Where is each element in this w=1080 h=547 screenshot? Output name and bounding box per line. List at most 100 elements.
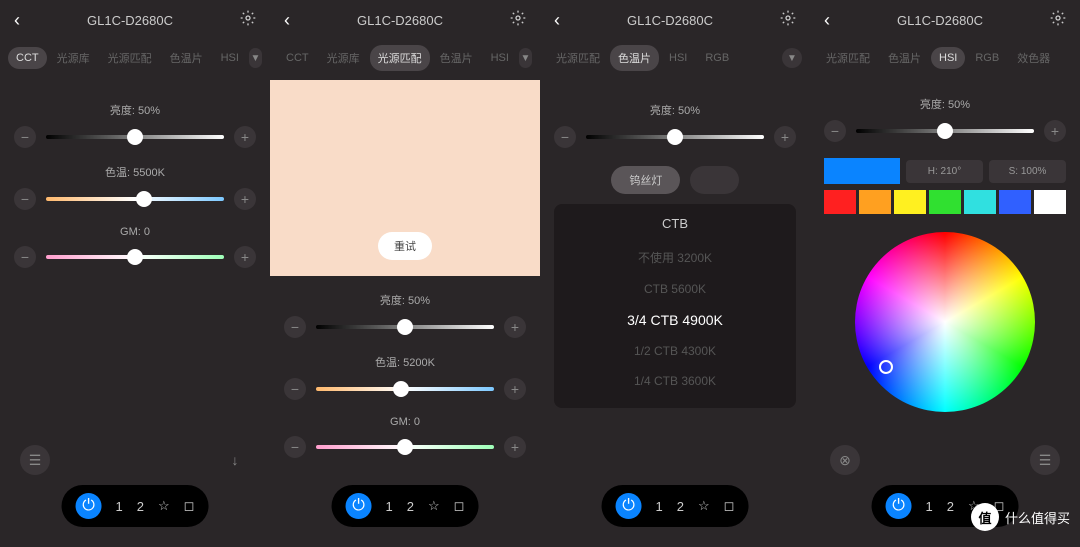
preset-1[interactable]: 1	[116, 499, 123, 514]
tab-cct[interactable]: CCT	[278, 47, 317, 69]
minus-button[interactable]: −	[14, 246, 36, 268]
gear-icon[interactable]	[1050, 10, 1066, 31]
plus-button[interactable]: +	[234, 188, 256, 210]
tungsten-pill[interactable]: 钨丝灯	[611, 166, 680, 194]
gear-icon[interactable]	[780, 10, 796, 31]
minus-button[interactable]: −	[284, 378, 306, 400]
tab-hsi[interactable]: HSI	[213, 47, 247, 69]
swatch-green[interactable]	[929, 190, 961, 214]
tab-dropdown-icon[interactable]: ▼	[519, 48, 532, 68]
retry-button[interactable]: 重试	[378, 232, 432, 260]
gear-icon[interactable]	[240, 10, 256, 31]
tab-fx[interactable]: 效色器	[1009, 45, 1058, 71]
brightness-slider[interactable]	[316, 325, 494, 329]
tab-rgb[interactable]: RGB	[967, 47, 1007, 69]
power-button[interactable]: ⏻	[886, 493, 912, 519]
plus-button[interactable]: +	[234, 246, 256, 268]
tab-rgb[interactable]: RGB	[697, 47, 737, 69]
gear-icon[interactable]	[510, 10, 526, 31]
tab-gel[interactable]: 色温片	[880, 45, 929, 71]
swatch-yellow[interactable]	[894, 190, 926, 214]
sliders-icon[interactable]: ☰	[1030, 445, 1060, 475]
tab-source-match[interactable]: 光源匹配	[370, 45, 430, 71]
swatch-cyan[interactable]	[964, 190, 996, 214]
wheel-marker[interactable]	[879, 360, 893, 374]
picker-item-selected[interactable]: 3/4 CTB 4900K	[554, 304, 796, 336]
slider-thumb[interactable]	[393, 381, 409, 397]
ctb-picker[interactable]: CTB 不使用 3200K CTB 5600K 3/4 CTB 4900K 1/…	[554, 204, 796, 408]
slider-thumb[interactable]	[397, 439, 413, 455]
plus-button[interactable]: +	[504, 316, 526, 338]
minus-button[interactable]: −	[284, 436, 306, 458]
minus-button[interactable]: −	[14, 188, 36, 210]
tab-cct[interactable]: CCT	[8, 47, 47, 69]
picker-item[interactable]: CTB 5600K	[554, 274, 796, 304]
star-icon[interactable]: ☆	[698, 498, 710, 514]
slider-thumb[interactable]	[397, 319, 413, 335]
picker-item[interactable]: 不使用 3200K	[554, 241, 796, 274]
preset-1[interactable]: 1	[656, 499, 663, 514]
preset-2[interactable]: 2	[947, 499, 954, 514]
plus-button[interactable]: +	[1044, 120, 1066, 142]
swatch-white[interactable]	[1034, 190, 1066, 214]
preset-2[interactable]: 2	[407, 499, 414, 514]
gm-slider[interactable]	[316, 445, 494, 449]
tab-source-lib[interactable]: 光源库	[49, 45, 98, 71]
tab-hsi[interactable]: HSI	[483, 47, 517, 69]
swatch-blue[interactable]	[999, 190, 1031, 214]
preset-1[interactable]: 1	[926, 499, 933, 514]
plus-button[interactable]: +	[234, 126, 256, 148]
slider-thumb[interactable]	[127, 249, 143, 265]
hue-value[interactable]: H: 210°	[906, 160, 983, 183]
tab-gel[interactable]: 色温片	[432, 45, 481, 71]
picker-item[interactable]: 1/4 CTB 3600K	[554, 366, 796, 396]
tab-hsi[interactable]: HSI	[661, 47, 695, 69]
power-button[interactable]: ⏻	[346, 493, 372, 519]
tab-dropdown-icon[interactable]: ▼	[249, 48, 262, 68]
temp-slider[interactable]	[46, 197, 224, 201]
slider-thumb[interactable]	[136, 191, 152, 207]
other-pill[interactable]	[690, 166, 738, 194]
tab-gel[interactable]: 色温片	[610, 45, 659, 71]
tab-source-lib[interactable]: 光源库	[319, 45, 368, 71]
color-wheel[interactable]	[855, 232, 1035, 412]
preset-2[interactable]: 2	[137, 499, 144, 514]
slider-thumb[interactable]	[937, 123, 953, 139]
sat-value[interactable]: S: 100%	[989, 160, 1066, 183]
minus-button[interactable]: −	[824, 120, 846, 142]
swatch-red[interactable]	[824, 190, 856, 214]
rgb-icon[interactable]: ⊗	[830, 445, 860, 475]
arrow-icon[interactable]: ↓	[220, 445, 250, 475]
star-icon[interactable]: ☆	[428, 498, 440, 514]
bookmark-icon[interactable]: ◻	[184, 498, 195, 514]
sliders-icon[interactable]: ☰	[20, 445, 50, 475]
power-button[interactable]: ⏻	[76, 493, 102, 519]
preset-1[interactable]: 1	[386, 499, 393, 514]
bookmark-icon[interactable]: ◻	[724, 498, 735, 514]
swatch-orange[interactable]	[859, 190, 891, 214]
tab-source-match[interactable]: 光源匹配	[548, 45, 608, 71]
brightness-slider[interactable]	[856, 129, 1034, 133]
slider-thumb[interactable]	[667, 129, 683, 145]
tab-source-match[interactable]: 光源匹配	[100, 45, 160, 71]
slider-thumb[interactable]	[127, 129, 143, 145]
power-button[interactable]: ⏻	[616, 493, 642, 519]
tab-hsi[interactable]: HSI	[931, 47, 965, 69]
preset-2[interactable]: 2	[677, 499, 684, 514]
current-color-swatch[interactable]	[824, 158, 900, 184]
tab-source-match[interactable]: 光源匹配	[818, 45, 878, 71]
minus-button[interactable]: −	[554, 126, 576, 148]
bookmark-icon[interactable]: ◻	[454, 498, 465, 514]
gm-slider[interactable]	[46, 255, 224, 259]
tab-dropdown-icon[interactable]: ▼	[782, 48, 802, 68]
temp-slider[interactable]	[316, 387, 494, 391]
minus-button[interactable]: −	[284, 316, 306, 338]
tab-gel[interactable]: 色温片	[162, 45, 211, 71]
plus-button[interactable]: +	[774, 126, 796, 148]
star-icon[interactable]: ☆	[158, 498, 170, 514]
brightness-slider[interactable]	[586, 135, 764, 139]
picker-item[interactable]: 1/2 CTB 4300K	[554, 336, 796, 366]
plus-button[interactable]: +	[504, 378, 526, 400]
brightness-slider[interactable]	[46, 135, 224, 139]
minus-button[interactable]: −	[14, 126, 36, 148]
